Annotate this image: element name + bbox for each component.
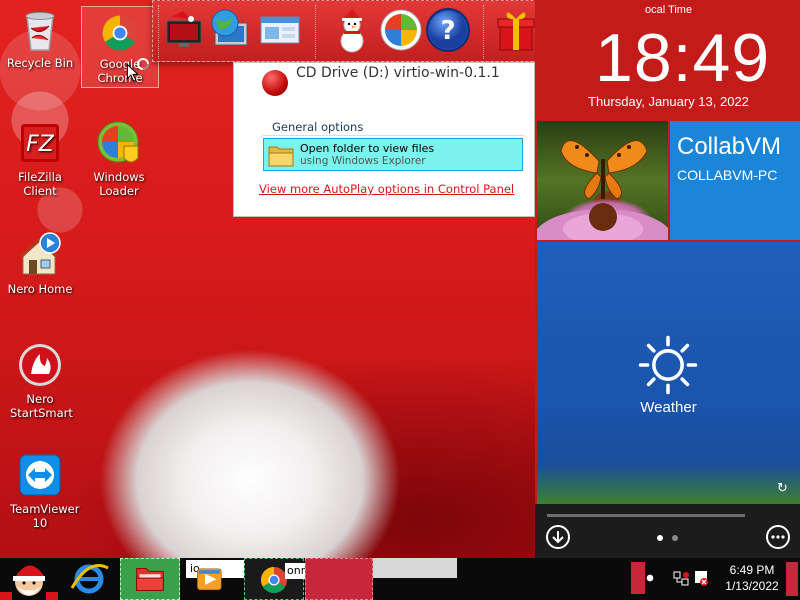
folder-icon <box>268 146 294 167</box>
refresh-icon[interactable]: ↻ <box>777 482 791 496</box>
desktop-icon-recycle-bin[interactable]: Recycle Bin <box>0 6 80 70</box>
desktop-icon-label: Recycle Bin <box>6 56 74 70</box>
tile-panel-footer <box>535 504 800 558</box>
toolbar-separator <box>158 5 159 59</box>
cd-drive-icon <box>262 70 288 96</box>
control-panel-icon[interactable] <box>257 7 303 53</box>
svg-text:?: ? <box>440 16 455 46</box>
teamviewer-icon <box>19 454 61 496</box>
arrow-down-icon <box>552 531 564 544</box>
start-button[interactable] <box>0 558 58 600</box>
scroll-down-button[interactable] <box>546 525 570 549</box>
page-dot-active[interactable] <box>657 535 663 541</box>
taskbar: io onn 6:49 PM 1/13/2022 <box>0 558 800 600</box>
chrome-icon <box>102 15 138 51</box>
taskbar-google-chrome[interactable]: onn <box>244 558 310 600</box>
taskbar-file-explorer[interactable] <box>120 558 180 600</box>
media-player-icon <box>197 568 222 591</box>
taskbar-corner <box>786 562 798 596</box>
tray-date[interactable]: 1/13/2022 <box>719 579 785 593</box>
santa-start-icon <box>0 565 58 600</box>
folder-icon <box>136 568 164 591</box>
busy-indicator-icon <box>137 58 149 70</box>
windows-orb-icon[interactable] <box>378 7 424 53</box>
tile-scroll-track[interactable] <box>547 514 745 517</box>
desktop-icon-filezilla[interactable]: FZ FileZilla Client <box>0 120 80 198</box>
desktop-icon-label: FileZilla Client <box>18 170 62 198</box>
taskbar-red-window[interactable] <box>305 558 373 600</box>
desktop-icon-label: TeamViewer 10 <box>10 502 80 530</box>
christmas-monitor-icon[interactable] <box>161 7 207 53</box>
desktop-icon-label: Nero StartSmart <box>10 392 73 420</box>
desktop-icon-windows-loader[interactable]: Windows Loader <box>79 120 159 198</box>
recycle-bin-icon <box>25 12 55 51</box>
svg-text:FZ: FZ <box>26 132 55 157</box>
action-center-icon[interactable] <box>646 574 654 582</box>
section-divider <box>262 135 524 136</box>
gift-icon[interactable] <box>493 7 539 53</box>
clock-label: ocal Time <box>645 4 693 16</box>
autoplay-control-panel-link[interactable]: View more AutoPlay options in Control Pa… <box>259 182 514 196</box>
nero-home-icon <box>19 232 61 275</box>
weather-label: Weather <box>640 399 697 416</box>
page-dot[interactable] <box>672 535 678 541</box>
desktop-icon-label: Nero Home <box>7 282 73 296</box>
internet-explorer-icon <box>70 564 109 594</box>
more-options-button[interactable] <box>766 525 790 549</box>
desktop-icon-teamviewer[interactable]: TeamViewer 10 <box>0 452 80 530</box>
desktop-icon-google-chrome[interactable]: Google Chrome <box>81 6 159 88</box>
taskbar-white-strip <box>373 558 457 578</box>
user-tile[interactable]: CollabVM COLLABVM-PC <box>670 121 800 240</box>
open-folder-option[interactable]: Open folder to view files using Windows … <box>263 138 523 171</box>
butterfly-photo <box>537 140 668 240</box>
clock-time: 18:49 <box>595 20 771 96</box>
ellipsis-icon <box>771 535 785 539</box>
user-name: CollabVM <box>677 133 782 160</box>
nero-startsmart-icon <box>19 344 61 386</box>
taskbar-internet-explorer[interactable] <box>62 558 116 600</box>
desktop-icon-label: Windows Loader <box>93 170 145 198</box>
toolbar-separator <box>315 5 316 59</box>
show-desktop-button[interactable] <box>631 562 645 594</box>
drive-title: CD Drive (D:) virtio-win-0.1.1 <box>296 65 500 81</box>
desktop-icon-nero-home[interactable]: Nero Home <box>0 232 80 296</box>
option-subtitle: using Windows Explorer <box>300 155 426 167</box>
option-title: Open folder to view files <box>300 142 435 155</box>
photo-tile[interactable] <box>537 121 668 240</box>
globe-monitor-icon[interactable] <box>207 7 253 53</box>
section-heading: General options <box>272 120 364 134</box>
help-icon[interactable]: ? <box>425 7 471 53</box>
weather-tile[interactable]: Weather ↻ <box>537 242 800 504</box>
filezilla-icon: FZ <box>21 124 59 162</box>
toolbar-separator <box>483 5 484 59</box>
start-tiles-panel: ocal Time 18:49 Thursday, January 13, 20… <box>535 0 800 558</box>
clock-date: Thursday, January 13, 2022 <box>588 94 749 109</box>
desktop-icon-nero-startsmart[interactable]: Nero StartSmart <box>0 342 80 420</box>
sun-icon <box>638 335 698 395</box>
flag-icon[interactable] <box>692 568 710 588</box>
snowman-icon[interactable] <box>329 7 375 53</box>
network-icon[interactable] <box>672 570 690 588</box>
autoplay-dialog: CD Drive (D:) virtio-win-0.1.1 General o… <box>233 62 535 217</box>
computer-name: COLLABVM-PC <box>677 167 778 183</box>
taskbar-media-player[interactable]: io <box>184 558 258 600</box>
tray-time[interactable]: 6:49 PM <box>719 563 785 577</box>
windows-loader-icon <box>97 121 139 163</box>
